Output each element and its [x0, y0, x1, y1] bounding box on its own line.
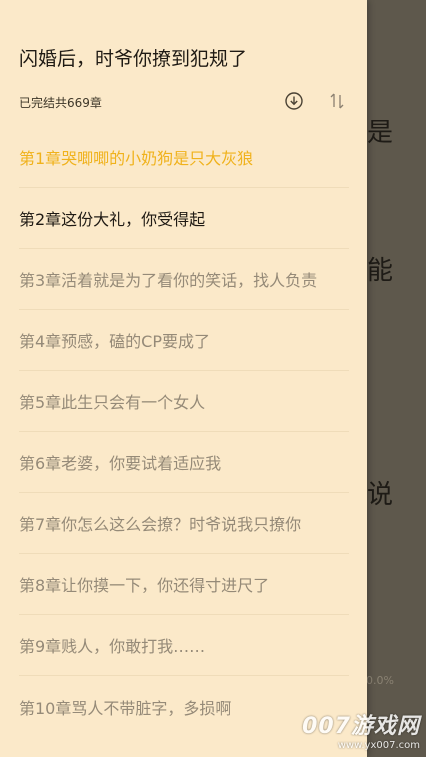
site-watermark: 007游戏网 www.yx007.com — [302, 708, 420, 751]
watermark-url: www.yx007.com — [337, 740, 420, 751]
background-text-char: 能 — [367, 256, 394, 286]
chapter-title: 第6章老婆，你要试着适应我 — [19, 454, 222, 473]
chapter-title: 第8章让你摸一下，你还得寸进尺了 — [19, 576, 270, 595]
chapter-item[interactable]: 第9章贱人，你敢打我…… — [19, 615, 349, 676]
chapter-item[interactable]: 第7章你怎么这么会撩？时爷说我只撩你 — [19, 493, 349, 554]
chapter-item[interactable]: 第8章让你摸一下，你还得寸进尺了 — [19, 554, 349, 615]
chapter-item[interactable]: 第5章此生只会有一个女人 — [19, 371, 349, 432]
reading-progress-text: 0.0% — [366, 674, 394, 687]
chapter-title: 第4章预感，磕的CP要成了 — [19, 332, 211, 351]
chapter-drawer: 闪婚后，时爷你撩到犯规了 已完结共669章 第1章哭唧唧的小奶狗是只大灰狼 第2… — [0, 0, 367, 757]
book-title: 闪婚后，时爷你撩到犯规了 — [19, 48, 248, 70]
chapter-item[interactable]: 第1章哭唧唧的小奶狗是只大灰狼 — [19, 127, 349, 188]
chapter-item[interactable]: 第6章老婆，你要试着适应我 — [19, 432, 349, 493]
chapter-title: 第2章这份大礼，你受得起 — [19, 210, 206, 229]
chapter-item[interactable]: 第10章骂人不带脏字，多损啊 — [19, 676, 349, 737]
chapter-title: 第3章活着就是为了看你的笑话，找人负责 — [19, 271, 318, 290]
chapter-title: 第1章哭唧唧的小奶狗是只大灰狼 — [19, 149, 254, 168]
background-text-char: 说 — [367, 480, 394, 510]
chapter-title: 第9章贱人，你敢打我…… — [19, 637, 206, 656]
chapter-title: 第10章骂人不带脏字，多损啊 — [19, 698, 232, 718]
chapter-title: 第5章此生只会有一个女人 — [19, 393, 206, 412]
chapter-list: 第1章哭唧唧的小奶狗是只大灰狼 第2章这份大礼，你受得起 第3章活着就是为了看你… — [19, 127, 349, 737]
chapter-item[interactable]: 第2章这份大礼，你受得起 — [19, 188, 349, 249]
download-icon[interactable] — [283, 90, 305, 112]
background-text-char: 是 — [367, 118, 394, 148]
chapter-title: 第7章你怎么这么会撩？时爷说我只撩你 — [19, 515, 302, 534]
book-status: 已完结共669章 — [19, 96, 102, 110]
chapter-item[interactable]: 第4章预感，磕的CP要成了 — [19, 310, 349, 371]
watermark-logo-text: 007游戏网 — [302, 714, 420, 739]
chapter-item[interactable]: 第3章活着就是为了看你的笑话，找人负责 — [19, 249, 349, 310]
sort-icon[interactable] — [326, 90, 348, 112]
